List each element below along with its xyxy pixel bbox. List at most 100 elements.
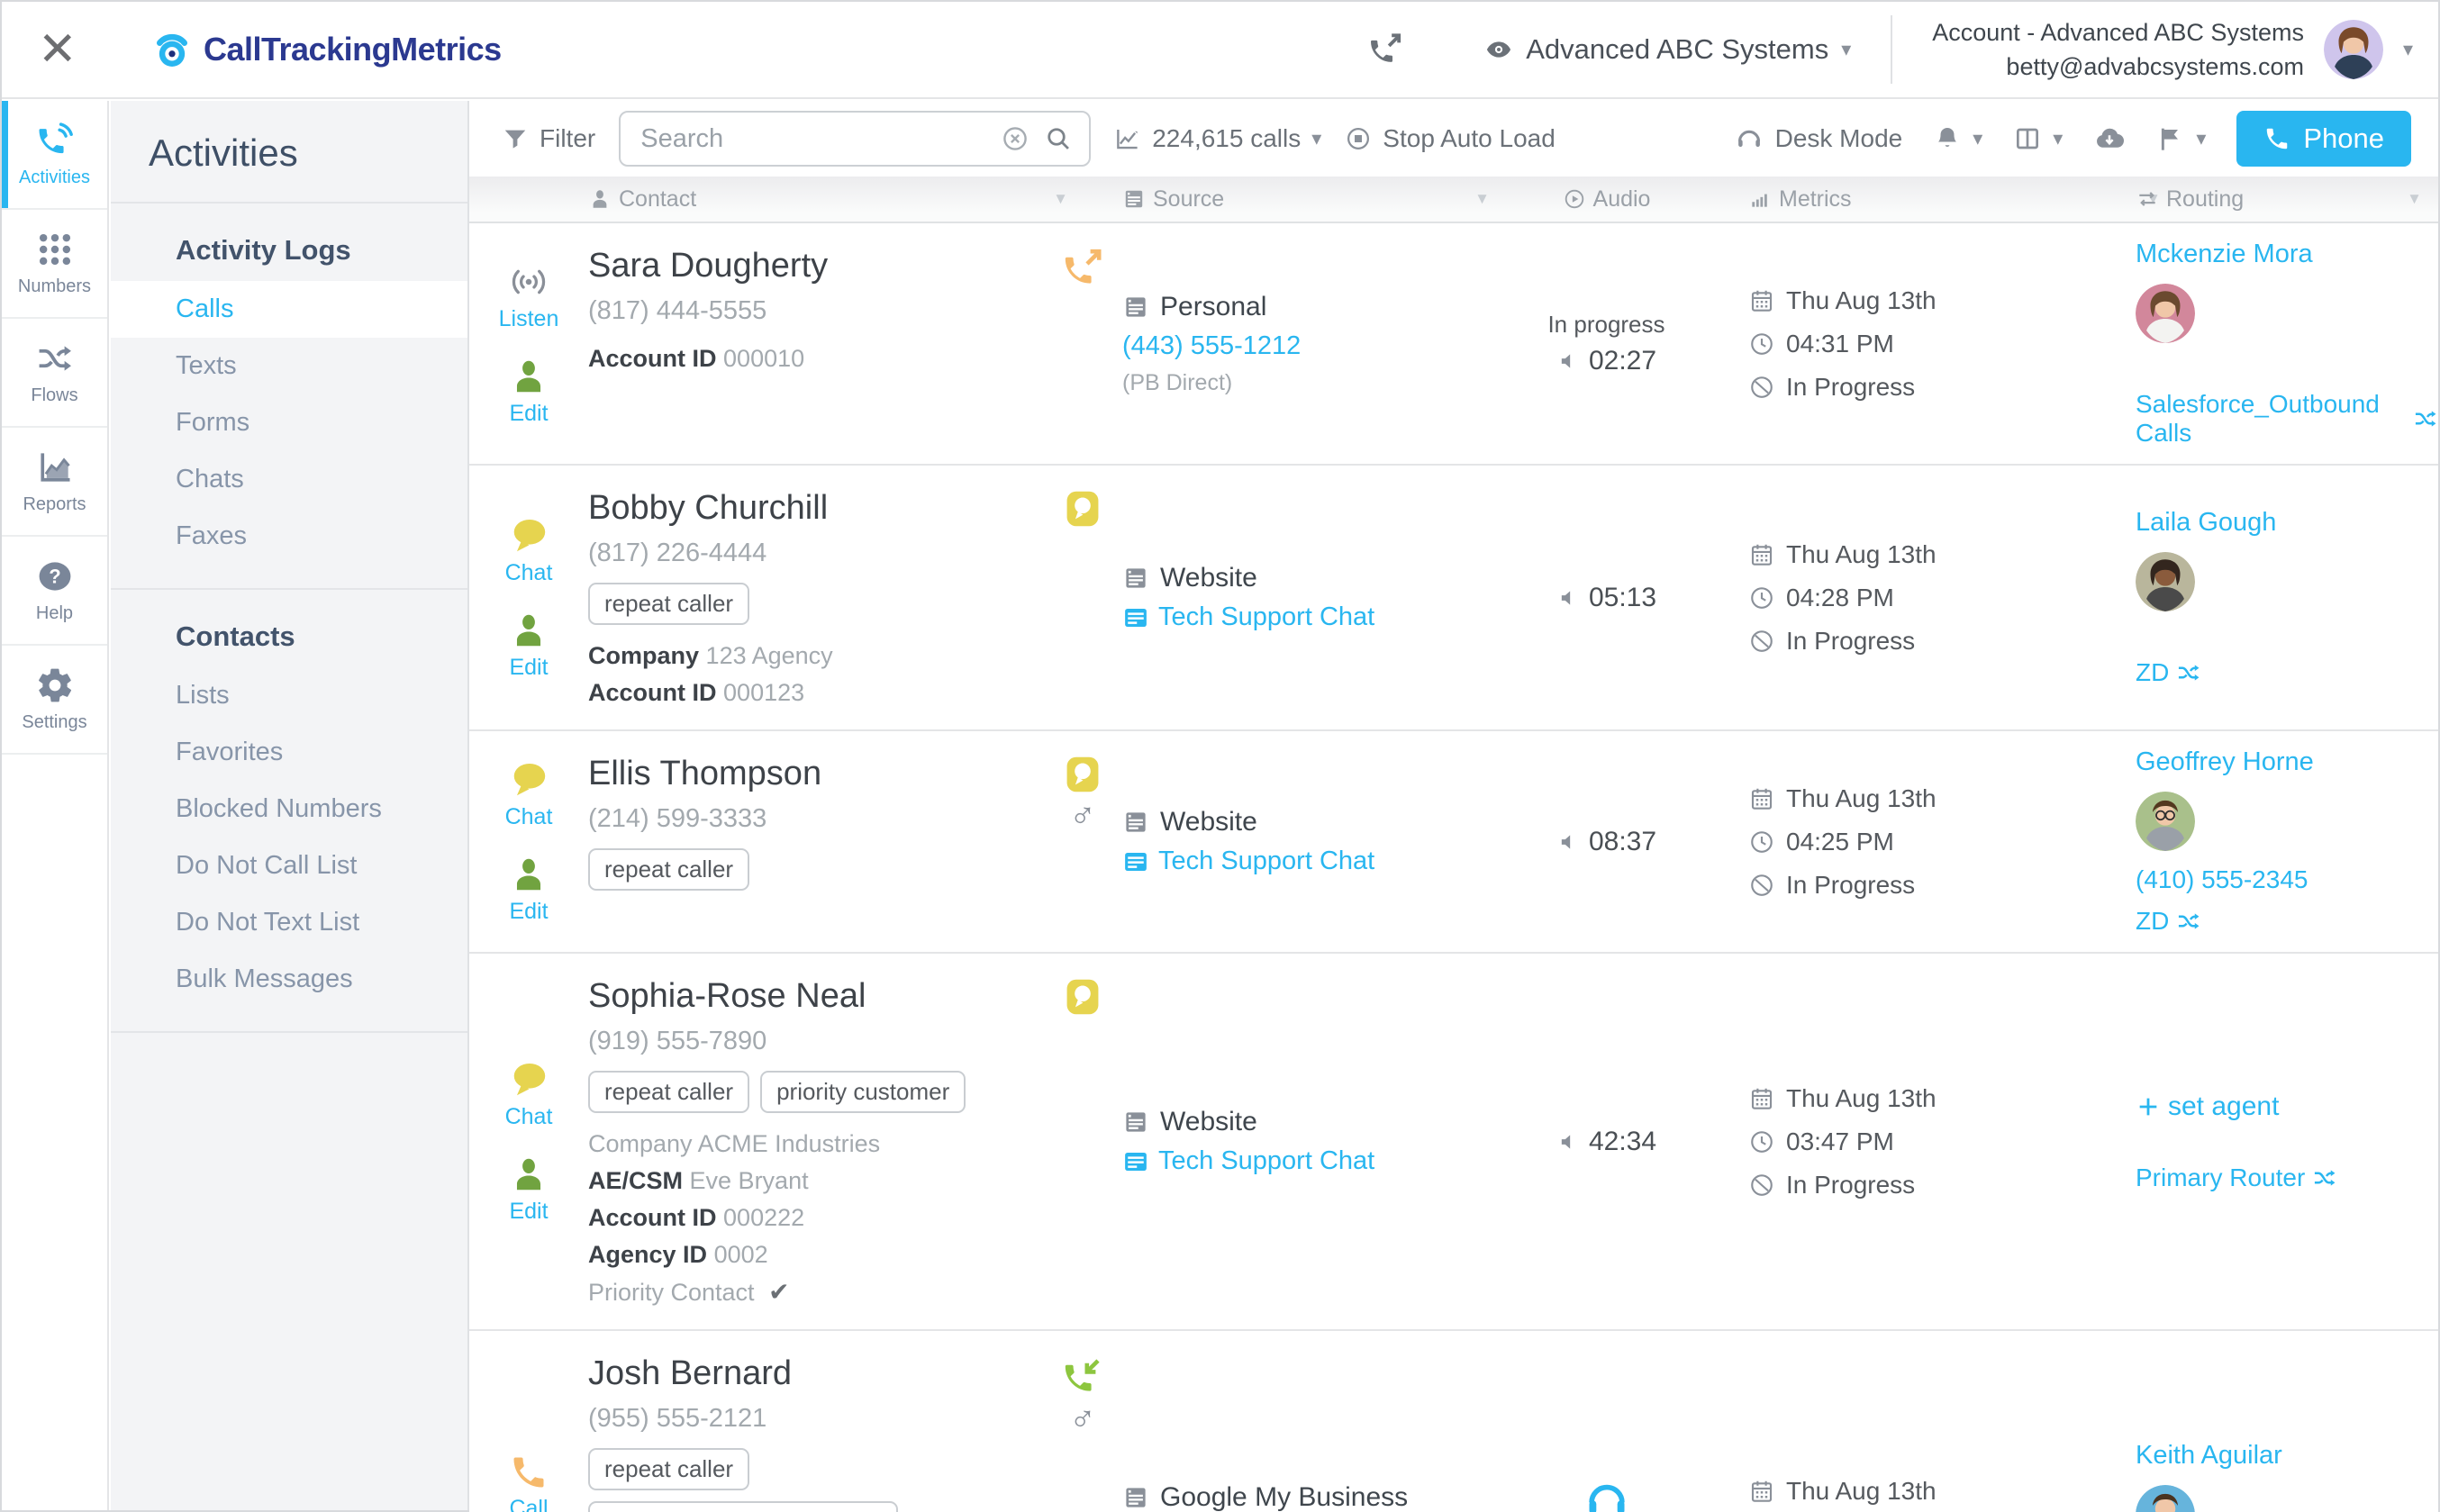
nav-item-reports[interactable]: Reports bbox=[2, 428, 107, 537]
sidebar-item-lists[interactable]: Lists bbox=[111, 667, 467, 724]
edit-action[interactable]: Edit bbox=[508, 356, 549, 427]
source-number-link[interactable]: (443) 555-1212 bbox=[1122, 331, 1454, 361]
sidebar-item-faxes[interactable]: Faxes bbox=[111, 508, 467, 565]
column-header-audio[interactable]: Audio bbox=[1465, 177, 1748, 222]
agent-avatar[interactable] bbox=[2136, 552, 2195, 611]
filter-button[interactable]: Filter bbox=[502, 124, 595, 153]
brand-logo[interactable]: CallTrackingMetrics bbox=[151, 29, 502, 70]
edit-action[interactable]: Edit bbox=[508, 610, 549, 681]
column-header-routing[interactable]: Routing▼ bbox=[2136, 177, 2438, 222]
contact-phone: (919) 555-7890 bbox=[588, 1027, 1025, 1056]
phone-forward-icon[interactable] bbox=[1367, 32, 1403, 68]
routing-cell: Laila Gough ZD bbox=[2136, 466, 2438, 729]
close-icon[interactable]: ✕ bbox=[38, 23, 101, 77]
listen-action[interactable]: Listen bbox=[499, 261, 559, 332]
nav-item-settings[interactable]: Settings bbox=[2, 646, 107, 755]
routing-queue-link[interactable]: ZD bbox=[2136, 907, 2438, 936]
chat-icon bbox=[508, 1059, 549, 1100]
sidebar-item-blocked-numbers[interactable]: Blocked Numbers bbox=[111, 781, 467, 837]
contact-cell: Josh Bernard (955) 555-2121 repeat calle… bbox=[588, 1331, 1043, 1512]
edit-action[interactable]: Edit bbox=[508, 854, 549, 925]
routing-queue-link[interactable]: Primary Router bbox=[2136, 1163, 2438, 1192]
webpage-icon bbox=[1122, 809, 1149, 836]
nav-item-label: Reports bbox=[23, 494, 86, 515]
sidebar-item-do-not-call-list[interactable]: Do Not Call List bbox=[111, 837, 467, 894]
column-header-metrics[interactable]: Metrics▼ bbox=[1748, 177, 2136, 222]
edit-action[interactable]: Edit bbox=[508, 1154, 549, 1225]
audio-duration: 05:13 bbox=[1556, 583, 1656, 613]
clock-icon bbox=[1748, 584, 1775, 611]
contact-name[interactable]: Bobby Churchill bbox=[588, 489, 1025, 528]
notifications-dropdown[interactable]: ▾ bbox=[1933, 124, 1982, 153]
sidebar-item-forms[interactable]: Forms bbox=[111, 394, 467, 451]
contact-name[interactable]: Sophia-Rose Neal bbox=[588, 977, 1025, 1016]
sidebar-item-do-not-text-list[interactable]: Do Not Text List bbox=[111, 894, 467, 951]
routing-queue-link[interactable]: Salesforce_Outbound Calls bbox=[2136, 390, 2438, 448]
user-avatar[interactable] bbox=[2324, 20, 2383, 79]
nav-item-activities[interactable]: Activities bbox=[2, 101, 107, 210]
routing-cell: Geoffrey Horne (410) 555-2345 ZD bbox=[2136, 731, 2438, 952]
contact-column-icon bbox=[588, 187, 612, 211]
search-icon[interactable] bbox=[1044, 124, 1073, 153]
stop-auto-load-button[interactable]: Stop Auto Load bbox=[1345, 124, 1556, 153]
cloud-download-icon bbox=[2093, 122, 2126, 155]
columns-dropdown[interactable]: ▾ bbox=[2013, 124, 2063, 153]
chat-action[interactable]: Chat bbox=[505, 1059, 553, 1130]
plus-icon bbox=[2136, 1094, 2161, 1119]
nav-item-label: Flows bbox=[31, 385, 77, 406]
agent-phone-link[interactable]: (410) 555-2345 bbox=[2136, 865, 2438, 894]
sidebar-item-texts[interactable]: Texts bbox=[111, 338, 467, 394]
call-action[interactable]: Call bbox=[509, 1453, 549, 1512]
agent-avatar[interactable] bbox=[2136, 284, 2195, 343]
source-chat-link[interactable]: Tech Support Chat bbox=[1122, 602, 1454, 632]
headphones-icon[interactable] bbox=[1583, 1474, 1630, 1512]
header-divider bbox=[1891, 15, 1892, 84]
chat-action[interactable]: Chat bbox=[505, 759, 553, 830]
column-filter-icon[interactable]: ▼ bbox=[2407, 190, 2422, 208]
routing-agent-link[interactable]: Geoffrey Horne bbox=[2136, 747, 2438, 777]
column-filter-icon[interactable]: ▼ bbox=[1053, 190, 1068, 208]
column-header-contact[interactable]: Contact▼ bbox=[588, 177, 1043, 222]
routing-agent-link[interactable]: Laila Gough bbox=[2136, 508, 2438, 538]
export-button[interactable] bbox=[2093, 122, 2126, 155]
flag-dropdown[interactable]: ▾ bbox=[2156, 124, 2206, 153]
chat-window-icon bbox=[1122, 604, 1149, 631]
male-gender-icon: ♂ bbox=[1069, 800, 1096, 832]
account-email: betty@advabcsystems.com bbox=[1932, 50, 2304, 84]
routing-agent-link[interactable]: Mckenzie Mora bbox=[2136, 240, 2438, 269]
contact-phone: (955) 555-2121 bbox=[588, 1404, 1025, 1434]
contact-name[interactable]: Sara Dougherty bbox=[588, 247, 1025, 285]
nav-item-help[interactable]: ? Help bbox=[2, 537, 107, 646]
webpage-icon bbox=[1122, 565, 1149, 592]
clear-search-icon[interactable] bbox=[1001, 124, 1030, 153]
sidebar-item-bulk-messages[interactable]: Bulk Messages bbox=[111, 951, 467, 1008]
agent-avatar[interactable] bbox=[2136, 792, 2195, 851]
phone-button[interactable]: Phone bbox=[2236, 111, 2411, 167]
nav-item-numbers[interactable]: Numbers bbox=[2, 210, 107, 319]
contact-name[interactable]: Josh Bernard bbox=[588, 1354, 1025, 1393]
account-menu-chevron-icon[interactable]: ▾ bbox=[2403, 38, 2413, 61]
contact-phone: (817) 226-4444 bbox=[588, 539, 1025, 568]
source-name: Google My Business bbox=[1122, 1482, 1454, 1512]
routing-agent-link[interactable]: Keith Aguilar bbox=[2136, 1441, 2438, 1471]
calls-count-dropdown[interactable]: 224,615 calls ▾ bbox=[1114, 124, 1321, 153]
routing-queue-link[interactable]: ZD bbox=[2136, 658, 2438, 687]
agent-avatar[interactable] bbox=[2136, 1485, 2195, 1512]
sidebar-item-favorites[interactable]: Favorites bbox=[111, 724, 467, 781]
secondary-sidebar: Activities Activity LogsCallsTextsFormsC… bbox=[111, 101, 469, 1510]
column-header-source[interactable]: Source▼ bbox=[1122, 177, 1465, 222]
sidebar-item-calls[interactable]: Calls bbox=[111, 281, 467, 338]
source-chat-link[interactable]: Tech Support Chat bbox=[1122, 1146, 1454, 1176]
calendar-icon bbox=[1748, 785, 1775, 812]
nav-item-flows[interactable]: Flows bbox=[2, 319, 107, 428]
search-input[interactable] bbox=[640, 124, 986, 154]
source-cell: WebsiteTech Support Chat bbox=[1122, 954, 1465, 1329]
contact-name[interactable]: Ellis Thompson bbox=[588, 755, 1025, 793]
chat-action[interactable]: Chat bbox=[505, 515, 553, 586]
set-agent-link[interactable]: set agent bbox=[2136, 1091, 2438, 1122]
account-switcher[interactable]: Advanced ABC Systems ▾ bbox=[1484, 33, 1851, 66]
source-chat-link[interactable]: Tech Support Chat bbox=[1122, 847, 1454, 876]
clock-icon bbox=[1748, 330, 1775, 358]
desk-mode-button[interactable]: Desk Mode bbox=[1734, 123, 1903, 154]
sidebar-item-chats[interactable]: Chats bbox=[111, 451, 467, 508]
